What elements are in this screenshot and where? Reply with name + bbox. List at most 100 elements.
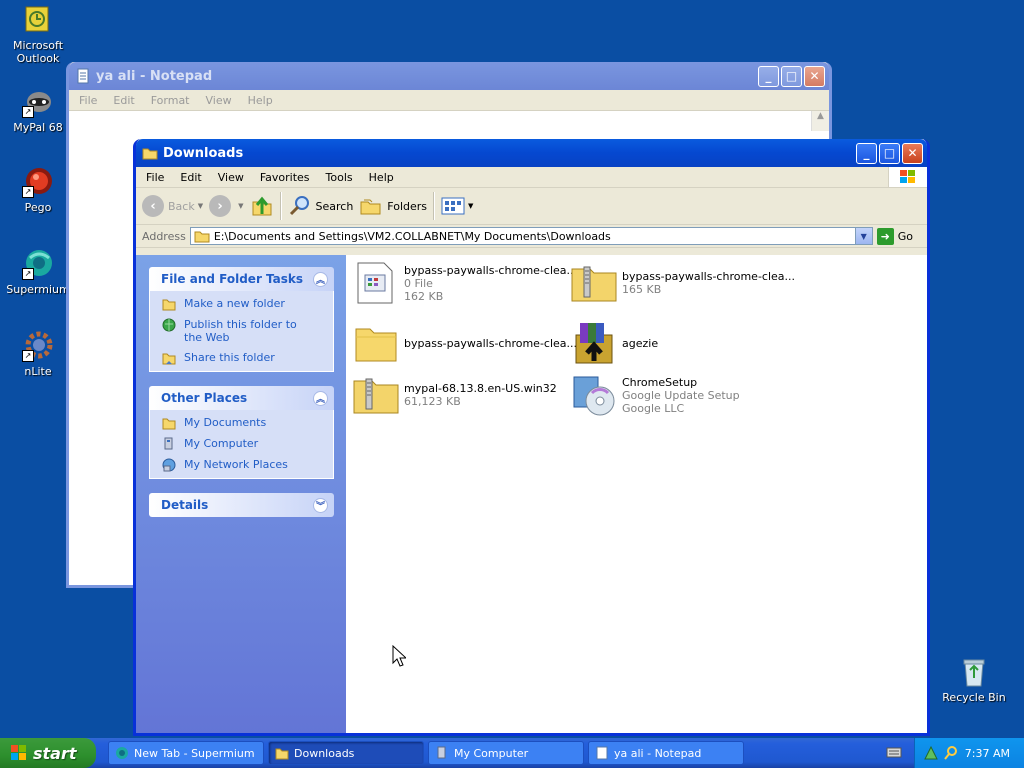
panel-header[interactable]: Other Places ︽ (149, 386, 334, 410)
notepad-titlebar[interactable]: ya ali - Notepad _ □ ✕ (69, 62, 829, 90)
views-icon (441, 197, 465, 215)
menu-view[interactable]: View (210, 171, 252, 184)
panel-header[interactable]: File and Folder Tasks ︽ (149, 267, 334, 291)
desktop-icon-label: Pego (24, 201, 52, 214)
task-pane: File and Folder Tasks ︽ Make a new folde… (136, 255, 346, 733)
maximize-button[interactable]: □ (781, 65, 802, 87)
system-tray: 7:37 AM (914, 738, 1024, 768)
file-name: mypal-68.13.8.en-US.win32 (404, 382, 557, 395)
start-button[interactable]: start (0, 738, 96, 768)
supermium-icon (116, 747, 128, 759)
folders-icon (360, 199, 381, 215)
file-name: bypass-paywalls-chrome-clea... (404, 263, 578, 277)
go-button[interactable]: ➜ Go (876, 227, 913, 245)
my-documents-link[interactable]: My Documents (162, 416, 333, 430)
file-size: 61,123 KB (404, 395, 461, 408)
file-description: Google Update Setup (622, 388, 740, 402)
menu-edit[interactable]: Edit (172, 171, 209, 184)
search-label: Search (315, 199, 354, 213)
file-item[interactable]: agezie (570, 319, 782, 367)
file-size: 162 KB (404, 289, 444, 303)
maximize-button[interactable]: □ (879, 142, 900, 164)
notepad-icon (75, 68, 91, 84)
desktop-icon-label: Recycle Bin (942, 691, 1006, 704)
my-documents-icon (162, 418, 176, 430)
file-item[interactable]: bypass-paywalls-chrome-clea... (352, 319, 577, 367)
taskbar-item-downloads[interactable]: Downloads (268, 741, 424, 765)
share-folder-icon (162, 353, 176, 365)
collapse-chevron-icon[interactable]: ︽ (313, 390, 328, 406)
clock: 7:37 AM (964, 746, 1010, 760)
desktop-icon-outlook[interactable]: Microsoft Outlook (0, 4, 76, 65)
address-value: E:\Documents and Settings\VM2.COLLABNET\… (213, 229, 611, 243)
address-field[interactable]: E:\Documents and Settings\VM2.COLLABNET\… (189, 227, 873, 245)
publish-folder-link[interactable]: Publish this folder to the Web (162, 318, 333, 344)
nlite-icon: ↗ (22, 330, 54, 362)
search-tray-icon[interactable] (943, 745, 959, 761)
menu-tools[interactable]: Tools (318, 171, 361, 184)
file-name: ChromeSetup (622, 375, 698, 389)
close-button[interactable]: ✕ (902, 142, 923, 164)
views-button[interactable]: ▼ (441, 196, 473, 216)
taskbar: start New Tab - Supermium Downloads My C… (0, 738, 1024, 768)
mouse-cursor-icon (392, 645, 406, 667)
file-name: agezie (622, 336, 659, 350)
make-new-folder-link[interactable]: Make a new folder (162, 297, 333, 311)
notepad-scrollbar[interactable]: ▲ (811, 111, 829, 131)
desktop-icon-mypal[interactable]: ↗ MyPal 68 (0, 86, 76, 134)
go-arrow-icon: ➜ (876, 227, 894, 245)
address-dropdown-button[interactable]: ▼ (854, 228, 872, 244)
file-item[interactable]: bypass-paywalls-chrome-clea... 0 File 16… (352, 259, 577, 307)
my-network-places-link[interactable]: My Network Places (162, 458, 333, 472)
explorer-menubar: File Edit View Favorites Tools Help (136, 167, 927, 188)
close-button[interactable]: ✕ (804, 65, 825, 87)
taskbar-item-supermium[interactable]: New Tab - Supermium (108, 741, 264, 765)
zip-folder-icon (352, 371, 400, 419)
explorer-titlebar[interactable]: Downloads _ □ ✕ (136, 139, 927, 167)
menu-format[interactable]: Format (143, 94, 198, 107)
address-bar: Address E:\Documents and Settings\VM2.CO… (136, 225, 927, 248)
share-folder-link[interactable]: Share this folder (162, 351, 333, 365)
menu-file[interactable]: File (138, 171, 172, 184)
up-folder-button[interactable] (250, 194, 274, 218)
taskbar-item-my-computer[interactable]: My Computer (428, 741, 584, 765)
menu-favorites[interactable]: Favorites (252, 171, 318, 184)
desktop-icon-pego[interactable]: ↗ Pego (0, 166, 76, 214)
network-tray-icon[interactable] (923, 745, 939, 761)
minimize-button[interactable]: _ (758, 65, 779, 87)
network-places-icon (162, 458, 176, 472)
file-list-view[interactable]: bypass-paywalls-chrome-clea... 0 File 16… (346, 255, 927, 733)
menu-help[interactable]: Help (240, 94, 281, 107)
keyboard-icon[interactable] (886, 746, 902, 758)
minimize-button[interactable]: _ (856, 142, 877, 164)
desktop-icon-supermium[interactable]: ↗ Supermium (0, 248, 76, 296)
menu-view[interactable]: View (198, 94, 240, 107)
menu-edit[interactable]: Edit (105, 94, 142, 107)
panel-header[interactable]: Details ︾ (149, 493, 334, 517)
desktop-icon-nlite[interactable]: ↗ nLite (0, 330, 76, 378)
pego-icon: ↗ (22, 166, 54, 198)
folders-button[interactable]: Folders (359, 194, 427, 218)
collapse-chevron-icon[interactable]: ︽ (313, 271, 328, 287)
panel-title: Other Places (161, 391, 248, 405)
file-item[interactable]: mypal-68.13.8.en-US.win32 61,123 KB (352, 371, 564, 419)
file-company: Google LLC (622, 401, 685, 415)
menu-file[interactable]: File (71, 94, 105, 107)
taskbar-item-notepad[interactable]: ya ali - Notepad (588, 741, 744, 765)
shortcut-arrow-icon: ↗ (22, 106, 34, 118)
panel-body: My Documents My Computer My Network Plac… (149, 410, 334, 479)
desktop-icon-recycle-bin[interactable]: Recycle Bin (936, 656, 1012, 704)
file-item[interactable]: ChromeSetup Google Update Setup Google L… (570, 371, 782, 419)
desktop-icon-label: Supermium (6, 283, 70, 296)
menu-help[interactable]: Help (361, 171, 402, 184)
my-computer-link[interactable]: My Computer (162, 437, 333, 451)
file-item[interactable]: bypass-paywalls-chrome-clea... 165 KB (570, 259, 795, 307)
back-button[interactable]: ‹ Back ▼ (142, 195, 203, 217)
back-arrow-icon: ‹ (142, 195, 164, 217)
search-button[interactable]: Search (288, 194, 354, 218)
expand-chevron-icon[interactable]: ︾ (313, 497, 328, 513)
forward-button[interactable]: › ▼ (209, 195, 244, 217)
supermium-icon: ↗ (22, 248, 54, 280)
explorer-window: Downloads _ □ ✕ File Edit View Favorites… (133, 139, 930, 736)
start-label: start (33, 743, 77, 763)
